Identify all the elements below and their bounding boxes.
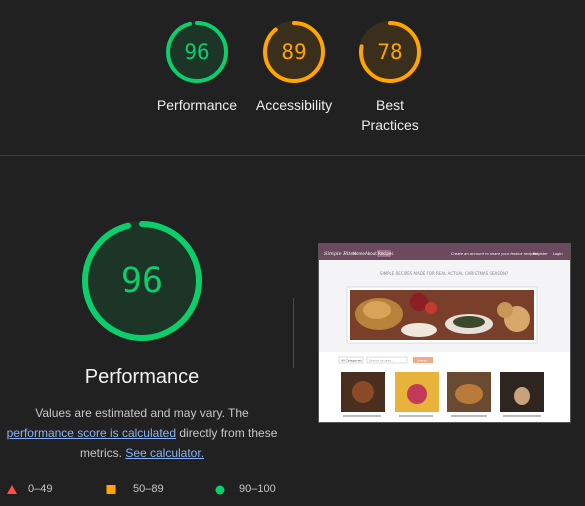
screenshot-register: Register: [533, 252, 548, 256]
screenshot-login: Login: [553, 252, 563, 256]
screenshot-thumbnail: Simple Bites Home About Recipes Create a…: [319, 244, 570, 422]
legend-average-label: 50–89: [133, 483, 164, 495]
gauge-performance-large: 96: [80, 219, 204, 343]
gauge-score: 78: [377, 40, 403, 64]
screenshot-search-button: Search: [417, 359, 427, 363]
score-description: Values are estimated and may vary. The p…: [0, 403, 284, 463]
screenshot-tagline: Create an account to share your festive …: [451, 252, 539, 256]
gauge-score: 96: [120, 261, 164, 301]
screenshot-nav-recipes: Recipes: [378, 251, 393, 256]
screenshot-nav-home: Home: [353, 251, 365, 256]
label-line: Practices: [361, 117, 419, 133]
gauge-best-practices[interactable]: 78: [357, 19, 423, 85]
category-title: Performance: [84, 366, 200, 388]
square-icon: [106, 485, 116, 494]
label-line: Best: [375, 97, 404, 113]
gauge-score: 89: [281, 40, 307, 64]
circle-icon: [215, 485, 225, 495]
screenshot-brand: Simple Bites: [324, 251, 356, 257]
legend-fail-label: 0–49: [28, 483, 53, 495]
gauge-accessibility[interactable]: 89: [261, 19, 327, 85]
gauge-performance[interactable]: 96: [164, 19, 230, 85]
performance-score-link[interactable]: performance score is calculated: [7, 426, 176, 440]
screenshot-search: Search recipes...: [369, 359, 394, 363]
triangle-icon: [7, 485, 17, 494]
screenshot-filter: All Categories: [341, 359, 362, 363]
vertical-separator: [293, 298, 294, 368]
section-divider: [0, 155, 585, 156]
screenshot-heading: SIMPLE RECIPES MADE FOR REAL ACTUAL CHRI…: [380, 271, 508, 276]
screenshot-nav-about: About: [365, 251, 377, 256]
gauge-label-best-practices[interactable]: Best Practices: [330, 95, 450, 135]
desc-text: Values are estimated and may vary. The: [35, 406, 249, 420]
final-screenshot[interactable]: Simple Bites Home About Recipes Create a…: [318, 243, 571, 423]
legend-pass-label: 90–100: [239, 483, 276, 495]
see-calculator-link[interactable]: See calculator.: [125, 446, 204, 460]
gauge-score: 96: [184, 40, 210, 64]
